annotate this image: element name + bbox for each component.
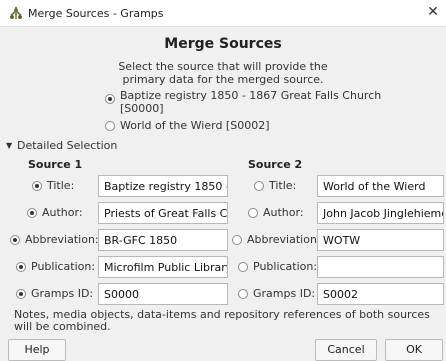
radio-source2-abbreviation[interactable] (232, 235, 242, 245)
source1-title-field[interactable]: Baptize registry 1850 - 1867 Great Falls… (98, 175, 228, 197)
triangle-down-icon[interactable]: ▼ (6, 141, 12, 150)
source2-publication-label: Publication: (253, 260, 318, 273)
primary-source-1-line: Baptize registry 1850 - 1867 Great Falls… (120, 89, 382, 102)
primary-source-1-id: [S0000] (120, 102, 164, 115)
source2-title-field[interactable]: World of the Wierd (317, 175, 444, 197)
source1-author-field[interactable]: Priests of Great Falls Church (98, 202, 228, 224)
source1-abbreviation-label: Abbreviation: (25, 233, 99, 246)
primary-source-2-label[interactable]: World of the Wierd [S0002] (120, 119, 270, 132)
radio-source2-author[interactable] (248, 208, 258, 218)
radio-source1-gramps-id[interactable] (16, 289, 26, 299)
source1-title-label: Title: (47, 179, 75, 192)
source2-author-field[interactable]: John Jacob Jinglehiemerschmidt (317, 202, 444, 224)
window-title: Merge Sources - Gramps (28, 7, 164, 20)
radio-source1-abbreviation[interactable] (10, 235, 20, 245)
source2-publication-field[interactable] (317, 256, 444, 278)
source1-publication-field[interactable]: Microfilm Public Library (98, 256, 228, 278)
source1-publication-label: Publication: (31, 260, 96, 273)
source1-abbreviation-field[interactable]: BR-GFC 1850 (98, 229, 228, 251)
radio-primary-source-1[interactable] (105, 94, 115, 104)
gramps-app-icon (10, 6, 22, 19)
source2-abbreviation-label: Abbreviation: (247, 233, 321, 246)
primary-source-1-label[interactable]: Baptize registry 1850 - 1867 Great Falls… (120, 89, 381, 115)
instructions: Select the source that will provide the … (0, 60, 446, 86)
dialog-heading: Merge Sources (164, 36, 282, 52)
source1-gramps-id-label: Gramps ID: (31, 287, 94, 300)
radio-source2-title[interactable] (254, 181, 264, 191)
instruction-line: primary data for the merged source. (122, 73, 324, 86)
radio-source2-publication[interactable] (238, 262, 248, 272)
title-bar: Merge Sources - Gramps ✕ (0, 0, 446, 27)
source2-gramps-id-field[interactable]: S0002 (317, 283, 444, 305)
radio-source1-publication[interactable] (16, 262, 26, 272)
source2-title-label: Title: (269, 179, 297, 192)
radio-primary-source-2[interactable] (105, 121, 115, 131)
source-1-header: Source 1 (28, 158, 83, 171)
source2-author-label: Author: (263, 206, 304, 219)
source1-author-label: Author: (42, 206, 83, 219)
source2-abbreviation-field[interactable]: WOTW (317, 229, 444, 251)
radio-source2-gramps-id[interactable] (238, 289, 248, 299)
source2-gramps-id-label: Gramps ID: (253, 287, 316, 300)
radio-source1-title[interactable] (32, 181, 42, 191)
source1-gramps-id-field[interactable]: S0000 (98, 283, 228, 305)
instruction-line: Select the source that will provide the (118, 60, 328, 73)
detailed-selection-expander[interactable]: Detailed Selection (17, 139, 117, 152)
close-icon[interactable]: ✕ (424, 4, 442, 20)
merge-note: Notes, media objects, data-items and rep… (14, 308, 430, 333)
source-2-header: Source 2 (248, 158, 303, 171)
radio-source1-author[interactable] (27, 208, 37, 218)
